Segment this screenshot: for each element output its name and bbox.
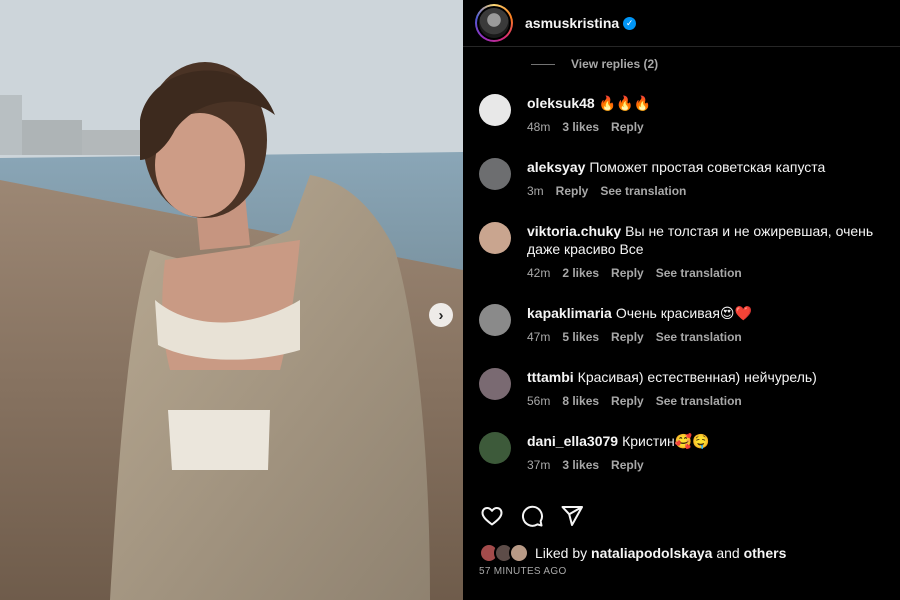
comment-meta: 56m 8 likes Reply See translation (527, 394, 887, 408)
comment-meta: 47m 5 likes Reply See translation (527, 330, 887, 344)
comment-avatar[interactable] (479, 368, 511, 400)
comment-meta: 48m 3 likes Reply (527, 120, 887, 134)
comment-button[interactable] (519, 503, 545, 529)
comment-likes[interactable]: 5 likes (562, 330, 599, 344)
comment-meta: 37m 3 likes Reply (527, 458, 887, 472)
comment-avatar[interactable] (479, 94, 511, 126)
verified-badge-icon: ✓ (623, 16, 637, 30)
view-replies-button[interactable]: View replies (2) (531, 57, 658, 71)
post-actions (479, 503, 599, 529)
comment-body: oleksuk48 🔥🔥🔥 48m 3 likes Reply (527, 94, 887, 134)
and-label: and (716, 545, 740, 561)
comment-likes[interactable]: 3 likes (562, 458, 599, 472)
view-replies-label[interactable]: View replies (2) (571, 57, 658, 71)
see-translation-button[interactable]: See translation (656, 266, 742, 280)
comment-avatar[interactable] (479, 222, 511, 254)
chevron-right-icon: › (438, 306, 444, 324)
comment-avatar[interactable] (479, 158, 511, 190)
comment-text: aleksyay Поможет простая советская капуст… (527, 158, 887, 176)
comment-time[interactable]: 47m (527, 330, 550, 344)
comment-text: oleksuk48 🔥🔥🔥 (527, 94, 887, 112)
comment-username[interactable]: oleksuk48 (527, 95, 595, 111)
photo-illustration (0, 0, 463, 600)
carousel-next-button[interactable]: › (429, 303, 453, 327)
comment-avatar[interactable] (479, 304, 511, 336)
comment-username[interactable]: dani_ella3079 (527, 433, 618, 449)
comment-time[interactable]: 56m (527, 394, 550, 408)
comment-content: 🔥🔥🔥 (598, 95, 652, 111)
comment-meta: 42m 2 likes Reply See translation (527, 266, 887, 280)
share-button[interactable] (559, 503, 585, 529)
comment-body: dani_ella3079 Кристин🥰🤤 37m 3 likes Reply (527, 432, 887, 472)
reply-button[interactable]: Reply (611, 266, 644, 280)
comment-meta: 3m Reply See translation (527, 184, 887, 198)
avatar-image (479, 8, 509, 38)
liker-avatars[interactable] (479, 543, 531, 563)
comment-content: Кристин🥰🤤 (622, 433, 710, 449)
post-timestamp[interactable]: 57 MINUTES AGO (479, 566, 567, 577)
avatar-inner (477, 6, 511, 40)
owner-avatar[interactable] (475, 4, 513, 42)
comment-time[interactable]: 42m (527, 266, 550, 280)
comment-icon (521, 505, 543, 527)
see-translation-button[interactable]: See translation (656, 330, 742, 344)
reply-button[interactable]: Reply (611, 458, 644, 472)
likes-summary: Liked by nataliapodolskaya and others (479, 543, 786, 563)
comment-content: Красивая) естественная) нейчурель) (577, 369, 817, 385)
comment-text: kapaklimaria Очень красивая😍❤️ (527, 304, 887, 322)
comment-username[interactable]: kapaklimaria (527, 305, 612, 321)
instagram-post-modal: › asmuskristina ✓ View replies (2) oleks… (0, 0, 900, 600)
comment-likes[interactable]: 3 likes (562, 120, 599, 134)
comment-time[interactable]: 37m (527, 458, 550, 472)
reply-button[interactable]: Reply (556, 184, 589, 198)
reply-button[interactable]: Reply (611, 394, 644, 408)
reply-button[interactable]: Reply (611, 330, 644, 344)
see-translation-button[interactable]: See translation (656, 394, 742, 408)
comment-username[interactable]: tttambi (527, 369, 574, 385)
post-photo[interactable]: › (0, 0, 463, 600)
comment-body: kapaklimaria Очень красивая😍❤️ 47m 5 like… (527, 304, 887, 344)
comment-body: viktoria.chuky Вы не толстая и не ожиревш… (527, 222, 887, 280)
reply-button[interactable]: Reply (611, 120, 644, 134)
liked-by-label: Liked by (535, 545, 588, 561)
liker-avatar (509, 543, 529, 563)
comment-text: dani_ella3079 Кристин🥰🤤 (527, 432, 887, 450)
see-translation-button[interactable]: See translation (600, 184, 686, 198)
comment-time[interactable]: 3m (527, 184, 544, 198)
comment-username[interactable]: aleksyay (527, 159, 585, 175)
comment-username[interactable]: viktoria.chuky (527, 223, 621, 239)
heart-icon (481, 507, 503, 526)
comment-likes[interactable]: 2 likes (562, 266, 599, 280)
post-header: asmuskristina ✓ (463, 0, 900, 47)
replies-divider (531, 63, 555, 65)
like-button[interactable] (479, 503, 505, 529)
comments-panel: asmuskristina ✓ View replies (2) oleksuk… (463, 0, 900, 600)
send-icon (561, 506, 583, 526)
comment-time[interactable]: 48m (527, 120, 550, 134)
owner-username[interactable]: asmuskristina (525, 15, 619, 31)
comment-text: viktoria.chuky Вы не толстая и не ожиревш… (527, 222, 887, 258)
comment-text: tttambi Красивая) естественная) нейчурель… (527, 368, 887, 386)
comment-body: aleksyay Поможет простая советская капуст… (527, 158, 887, 198)
liker-username[interactable]: nataliapodolskaya (591, 545, 712, 561)
comment-likes[interactable]: 8 likes (562, 394, 599, 408)
others-link[interactable]: others (744, 545, 787, 561)
comment-body: tttambi Красивая) естественная) нейчурель… (527, 368, 887, 408)
comment-avatar[interactable] (479, 432, 511, 464)
comment-content: Поможет простая советская капуста (589, 159, 826, 175)
comment-content: Очень красивая😍❤️ (615, 305, 752, 321)
